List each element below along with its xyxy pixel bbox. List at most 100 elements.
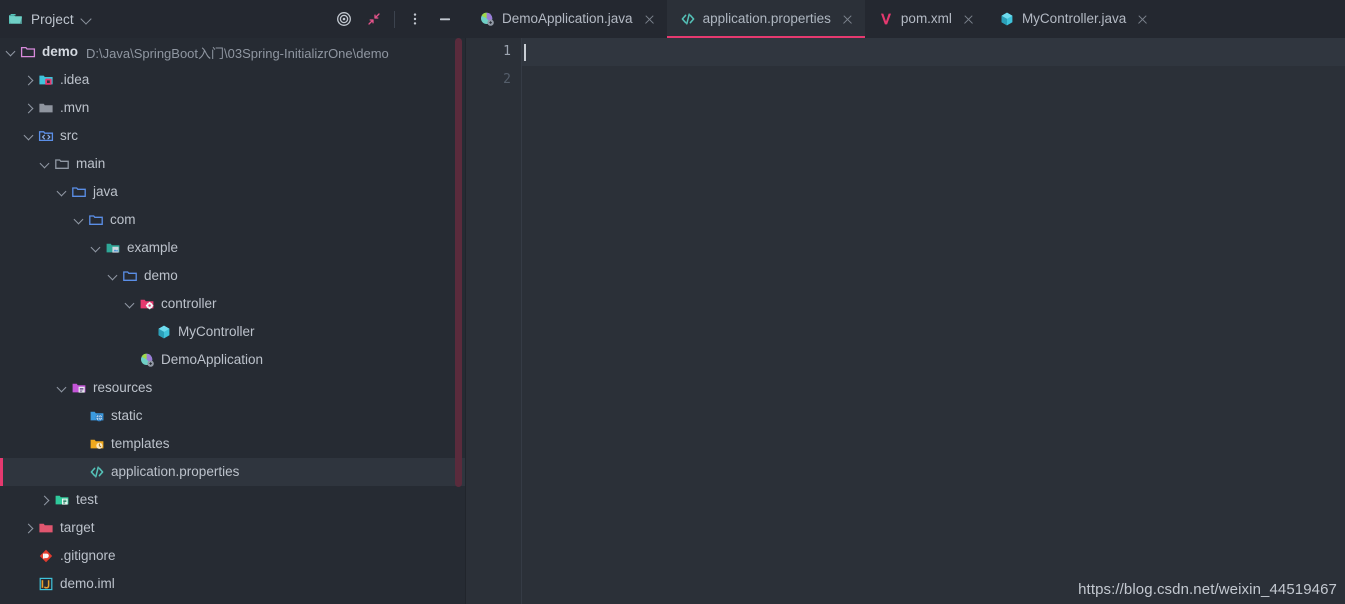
tree-row-resources[interactable]: resources (0, 374, 466, 402)
tab-application-properties[interactable]: application.properties (666, 0, 866, 38)
hide-panel-icon[interactable] (430, 4, 460, 34)
tree-row-idea[interactable]: .idea (0, 66, 466, 94)
tree-label: .idea (60, 72, 90, 88)
tree-row-demoapplication[interactable]: DemoApplication (0, 346, 466, 374)
options-menu-icon[interactable] (400, 4, 430, 34)
current-line-highlight (522, 38, 1345, 66)
top-strip: Project DemoApplication.java application… (0, 0, 1345, 38)
editor-area: 1 2 https://blog.csdn.net/weixin_4451946… (466, 38, 1345, 604)
tree-row-controller[interactable]: controller (0, 290, 466, 318)
close-icon[interactable] (643, 13, 656, 26)
tree-label: example (127, 240, 179, 256)
spring-boot-class-icon (139, 352, 161, 368)
tree-label: demo.iml (60, 576, 115, 592)
tree-row-example[interactable]: example (0, 234, 466, 262)
resources-root-icon (71, 380, 93, 396)
tab-label: DemoApplication.java (502, 11, 633, 27)
expand-arrow-icon[interactable] (89, 241, 103, 255)
close-icon[interactable] (841, 13, 854, 26)
tree-label: main (76, 156, 106, 172)
ide-window: Project DemoApplication.java application… (0, 0, 1345, 604)
tree-row-templates[interactable]: templates (0, 430, 466, 458)
collapse-all-icon[interactable] (359, 4, 389, 34)
expand-arrow-icon[interactable] (123, 297, 137, 311)
tree-row-main[interactable]: main (0, 150, 466, 178)
tree-row-application-properties[interactable]: application.properties (0, 458, 466, 486)
project-folder-icon (8, 11, 24, 27)
project-tree: demo D:\Java\SpringBoot入门\03Spring-Initi… (0, 38, 466, 598)
tab-demoapplication-java[interactable]: DemoApplication.java (466, 0, 667, 38)
close-icon[interactable] (1136, 13, 1149, 26)
tree-label: application.properties (111, 464, 240, 480)
templates-folder-icon (89, 436, 111, 452)
sidebar-scrollbar-track[interactable] (455, 38, 464, 604)
tab-mycontroller-java[interactable]: MyController.java (986, 0, 1160, 38)
tree-row-test[interactable]: test (0, 486, 466, 514)
expand-arrow-icon[interactable] (38, 493, 52, 507)
expand-arrow-icon[interactable] (38, 157, 52, 171)
tree-row-demo-iml[interactable]: demo.iml (0, 570, 466, 598)
expand-arrow-icon[interactable] (22, 101, 36, 115)
editor-tab-bar: DemoApplication.java application.propert… (466, 0, 1345, 38)
tree-label: .mvn (60, 100, 90, 116)
plain-folder-icon (38, 100, 60, 116)
tree-row-target[interactable]: target (0, 514, 466, 542)
expand-arrow-icon[interactable] (106, 269, 120, 283)
project-panel-toolbar (329, 4, 460, 34)
tree-row-demo-package[interactable]: demo (0, 262, 466, 290)
iml-file-icon (38, 576, 60, 592)
maven-file-icon (878, 11, 894, 27)
target-folder-icon (38, 520, 60, 536)
tree-label: static (111, 408, 143, 424)
tree-row-static[interactable]: static (0, 402, 466, 430)
tree-row-src[interactable]: src (0, 122, 466, 150)
tree-label: java (93, 184, 118, 200)
expand-arrow-icon[interactable] (22, 73, 36, 87)
module-folder-icon (20, 44, 42, 60)
gray-folder-icon (54, 156, 76, 172)
blue-folder-icon (88, 212, 110, 228)
test-root-icon (54, 492, 76, 508)
tab-pom-xml[interactable]: pom.xml (865, 0, 986, 38)
line-number: 2 (503, 72, 511, 87)
tree-row-mycontroller[interactable]: MyController (0, 318, 466, 346)
properties-file-icon (89, 464, 111, 480)
expand-arrow-icon[interactable] (72, 213, 86, 227)
scroll-from-source-icon[interactable] (329, 4, 359, 34)
tree-label: test (76, 492, 98, 508)
idea-folder-icon (38, 72, 60, 88)
expand-arrow-icon[interactable] (55, 381, 69, 395)
tab-label: application.properties (702, 11, 831, 27)
tree-row-java[interactable]: java (0, 178, 466, 206)
module-path: D:\Java\SpringBoot入门\03Spring-Initializr… (86, 45, 389, 61)
tree-row-com[interactable]: com (0, 206, 466, 234)
tree-label: .gitignore (60, 548, 116, 564)
tree-row-gitignore[interactable]: .gitignore (0, 542, 466, 570)
tree-label: demo (42, 44, 79, 60)
close-icon[interactable] (962, 13, 975, 26)
tree-row-demo[interactable]: demo D:\Java\SpringBoot入门\03Spring-Initi… (0, 38, 466, 66)
tree-label: demo (144, 268, 178, 284)
java-class-icon (156, 324, 178, 340)
package-folder-icon (105, 240, 127, 256)
toolbar-divider (394, 10, 395, 28)
tree-label: templates (111, 436, 170, 452)
chevron-down-icon[interactable] (81, 13, 93, 25)
tree-label: resources (93, 380, 153, 396)
tree-label: MyController (178, 324, 255, 340)
expand-arrow-icon[interactable] (22, 521, 36, 535)
project-panel-title[interactable]: Project (8, 11, 93, 27)
tree-row-mvn[interactable]: .mvn (0, 94, 466, 122)
tree-label: target (60, 520, 95, 536)
sidebar-scrollbar-thumb[interactable] (455, 38, 462, 487)
expand-arrow-icon[interactable] (4, 45, 18, 59)
blog-watermark: https://blog.csdn.net/weixin_44519467 (1078, 581, 1337, 598)
project-panel-header: Project (0, 0, 466, 38)
code-editor[interactable] (522, 38, 1345, 604)
expand-arrow-icon[interactable] (55, 185, 69, 199)
editor-gutter[interactable]: 1 2 (466, 38, 522, 604)
expand-arrow-icon[interactable] (22, 129, 36, 143)
project-tree-panel: demo D:\Java\SpringBoot入门\03Spring-Initi… (0, 38, 466, 604)
blue-folder-icon (122, 268, 144, 284)
static-folder-icon (89, 408, 111, 424)
